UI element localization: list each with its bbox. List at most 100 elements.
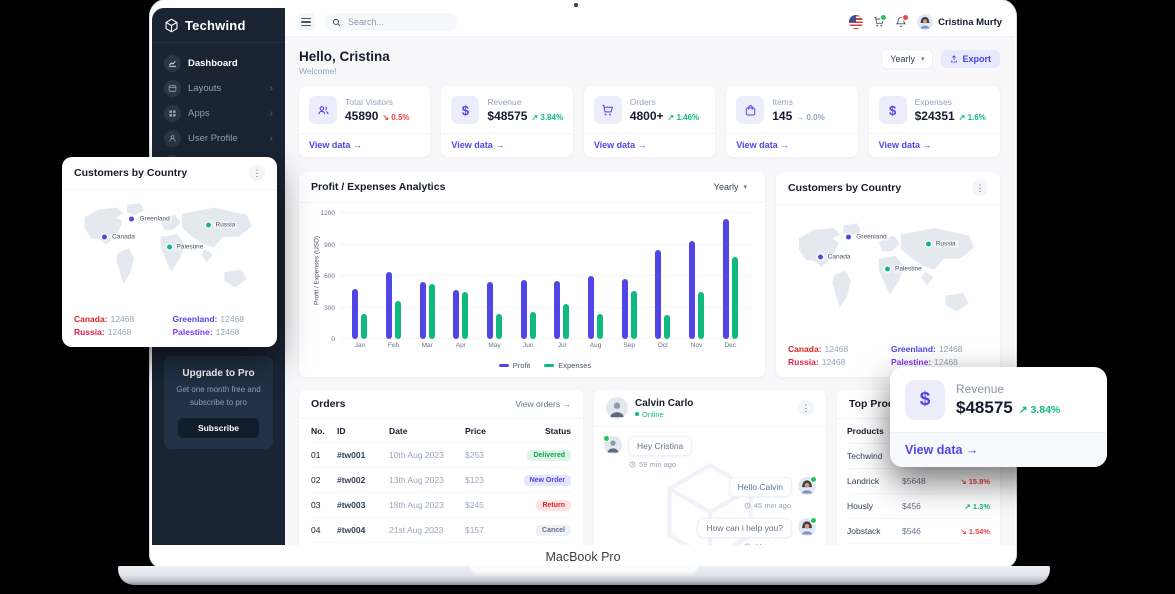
status-badge: Cancel [536, 524, 571, 536]
country-legend: Canada: 12468 Greenland: 12468 Russia: 12468 P… [62, 306, 277, 347]
country-stat-palestine: Palestine: 12468 [173, 327, 266, 337]
chart-bars [339, 213, 751, 339]
period-select[interactable]: Yearly ▾ [881, 49, 934, 69]
legend-item-profit[interactable]: Profit [498, 361, 530, 370]
view-data-link[interactable]: View data → [299, 133, 431, 157]
trend-up-icon: ↗ 1.6% [958, 113, 986, 122]
country-value: 12468 [938, 344, 963, 354]
trend-down-icon: ↘ 0.5% [382, 113, 410, 122]
subscribe-button[interactable]: Subscribe [177, 418, 260, 438]
chart-plot-area: 0 300 600 900 1200 [321, 210, 751, 343]
macbook-notch [468, 566, 700, 576]
brand[interactable]: Techwind [152, 8, 285, 43]
sidebar-item-layouts[interactable]: Layouts › [161, 78, 276, 99]
bar-group-aug [579, 276, 613, 339]
online-dot [810, 476, 817, 483]
notification-bell-icon[interactable] [895, 14, 910, 28]
search-input[interactable] [346, 16, 450, 28]
column-header: Date [389, 425, 408, 436]
chevron-down-icon: ▾ [920, 56, 925, 63]
chat-bubble: Hello Calvin [728, 477, 792, 497]
view-data-link[interactable]: View data → [441, 133, 573, 157]
arrow-right-icon: → [922, 140, 932, 150]
bar-expenses [731, 257, 738, 339]
kebab-menu-icon[interactable]: ⋮ [798, 400, 814, 416]
bar-group-sep [612, 279, 646, 339]
order-row: 04 #tw004 21st Aug 2023 $157 Cancel [311, 518, 571, 543]
stat-card-items: Items 145 → 0.0% View data → [726, 86, 858, 157]
product-name: Jobstack [847, 526, 881, 536]
country-value: 12468 [934, 357, 958, 367]
product-row: Jobstack $546 ↘ 1.54% [847, 519, 990, 544]
bar-profit [621, 279, 628, 339]
country-stat-palestine: Palestine: 12468 [891, 357, 988, 367]
stats-row: Total Visitors 45890 ↘ 0.5% View data → $ Rev… [299, 86, 1001, 157]
kebab-menu-icon[interactable]: ⋮ [972, 180, 988, 196]
grid-icon [164, 105, 181, 122]
view-data-link[interactable]: View data → [868, 133, 1001, 157]
search-box[interactable] [324, 13, 458, 31]
x-tick-label: Apr [455, 342, 466, 349]
online-dot [810, 517, 817, 524]
bar-profit [386, 271, 392, 339]
country-value: 12468 [220, 314, 245, 324]
country-stat-greenland: Greenland: 12468 [173, 314, 266, 324]
topbar: Cristina Murfy [285, 8, 1014, 37]
sidebar-item-label: Layouts [188, 83, 222, 94]
x-axis-labels: Jan Feb Mar Apr May Jun Jul Aug Sep Oct Nov Dec [339, 342, 751, 349]
view-data-link[interactable]: View data → [583, 133, 716, 157]
arrow-right-icon: → [637, 140, 647, 150]
x-tick-label: Nov [690, 342, 703, 349]
order-price: $253 [465, 450, 484, 460]
view-data-link[interactable]: View data → [890, 432, 1107, 467]
country-stat-greenland: Greenland: 12468 [891, 344, 988, 354]
sidebar-item-user-profile[interactable]: User Profile › [161, 128, 276, 149]
country-stat-russia: Russia: 12468 [788, 357, 885, 367]
order-price: $123 [465, 475, 484, 485]
x-tick-label: Jul [557, 342, 567, 349]
bar-profit [520, 280, 527, 339]
x-tick-label: Jun [522, 342, 534, 349]
chat-header: Calvin Carlo Online ⋮ [594, 390, 826, 427]
brand-name: Techwind [185, 18, 246, 33]
legend-label: Expenses [558, 361, 592, 370]
product-row: Landrick $5648 ↘ 15.8% [847, 469, 990, 494]
chevron-down-icon: ▾ [743, 184, 747, 191]
country-name: Russia: [74, 327, 105, 337]
us-flag-icon[interactable] [849, 15, 864, 29]
device-label: MacBook Pro [545, 550, 621, 564]
legend-item-expenses[interactable]: Expenses [544, 361, 591, 370]
world-map: Canada Greenland Russia Palestine [72, 196, 267, 306]
sidebar-item-dashboard[interactable]: Dashboard [161, 53, 276, 74]
chart-period-select[interactable]: Yearly ▾ [708, 180, 753, 194]
arrow-right-icon: → [562, 399, 572, 409]
column-header: Status [545, 425, 571, 436]
export-button[interactable]: Export [941, 50, 1000, 68]
chat-bubble: Hey Cristina [628, 436, 693, 456]
view-data-link[interactable]: View data → [726, 133, 858, 157]
bar-group-feb [377, 271, 411, 339]
sidebar-item-apps[interactable]: Apps › [161, 103, 276, 124]
chevron-right-icon: › [269, 82, 273, 94]
stat-value: $24351 [914, 109, 955, 123]
customers-by-country-panel: Customers by Country ⋮ Canada Greenland Ru… [776, 172, 1000, 377]
bar-profit [487, 282, 494, 339]
product-change: ↗ 1.3% [964, 501, 990, 511]
bar-group-jun [511, 280, 545, 339]
country-name: Greenland: [891, 344, 936, 354]
product-change: ↘ 1.54% [960, 526, 990, 536]
country-value: 12468 [215, 327, 240, 337]
shopping-cart-icon[interactable] [873, 14, 888, 28]
user-menu[interactable]: Cristina Murfy [917, 14, 1002, 30]
upgrade-title: Upgrade to Pro [182, 368, 255, 380]
notification-badge [902, 14, 910, 21]
marker-label: Palestine [893, 265, 924, 272]
view-orders-link[interactable]: View orders → [515, 399, 571, 409]
page-header: Hello, Cristina Welcome! Yearly ▾ Export [299, 49, 1000, 76]
country-name: Greenland: [172, 314, 218, 324]
chat-panel: Calvin Carlo Online ⋮ Hey Cristina 59 min… [594, 390, 826, 545]
x-tick-label: Dec [724, 342, 736, 349]
menu-toggle-icon[interactable] [297, 13, 315, 31]
kebab-menu-icon[interactable]: ⋮ [249, 165, 265, 181]
revenue-label: Revenue [956, 382, 1005, 396]
